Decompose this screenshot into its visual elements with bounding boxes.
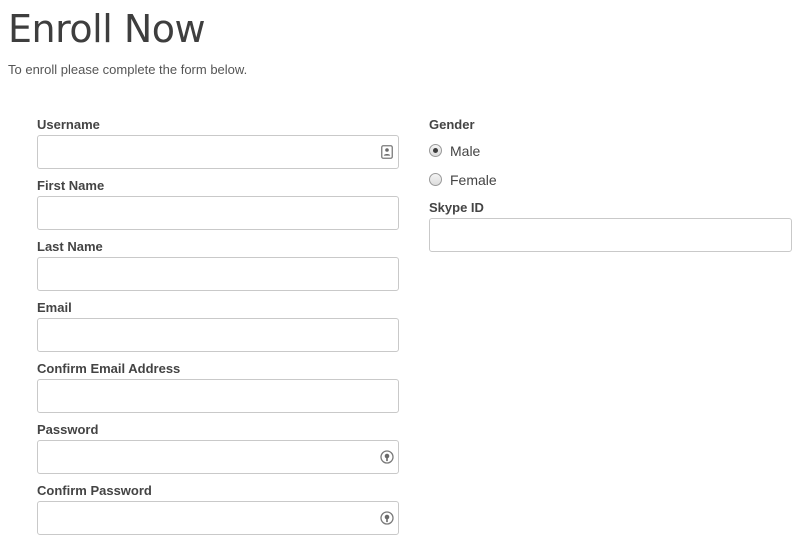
female-radio[interactable] (429, 173, 442, 186)
first-name-label: First Name (37, 178, 105, 193)
confirm-email-label: Confirm Email Address (37, 361, 181, 376)
male-radio[interactable] (429, 144, 442, 157)
enroll-page: Enroll Now To enroll please complete the… (0, 0, 805, 542)
last-name-field: Last Name (37, 238, 399, 299)
skype-id-input[interactable] (429, 218, 792, 252)
skype-id-label: Skype ID (429, 200, 484, 215)
right-form-column: Gender Male Female Skype ID (429, 116, 792, 260)
skype-id-field: Skype ID (429, 199, 792, 260)
email-label: Email (37, 300, 72, 315)
gender-option-male[interactable]: Male (429, 136, 792, 165)
password-input[interactable] (37, 440, 399, 474)
email-input[interactable] (37, 318, 399, 352)
password-key-icon[interactable] (378, 448, 396, 466)
first-name-field: First Name (37, 177, 399, 238)
last-name-label: Last Name (37, 239, 103, 254)
confirm-email-field: Confirm Email Address (37, 360, 399, 421)
gender-label: Gender (429, 117, 475, 132)
confirm-password-input[interactable] (37, 501, 399, 535)
page-title: Enroll Now (8, 7, 206, 51)
password-field: Password (37, 421, 399, 482)
password-key-icon[interactable] (378, 509, 396, 527)
contact-card-icon[interactable] (378, 143, 396, 161)
first-name-input[interactable] (37, 196, 399, 230)
gender-option-female[interactable]: Female (429, 165, 792, 194)
email-field: Email (37, 299, 399, 360)
gender-radio-group: Male Female (429, 136, 792, 194)
confirm-password-field: Confirm Password (37, 482, 399, 543)
username-field: Username (37, 116, 399, 177)
password-label: Password (37, 422, 99, 437)
page-subtitle: To enroll please complete the form below… (8, 62, 248, 77)
male-radio-label: Male (450, 142, 481, 159)
left-form-column: Username First Name Last Name Email Conf… (37, 116, 399, 543)
female-radio-label: Female (450, 171, 497, 188)
radio-selected-dot (433, 148, 438, 153)
username-label: Username (37, 117, 100, 132)
last-name-input[interactable] (37, 257, 399, 291)
confirm-email-input[interactable] (37, 379, 399, 413)
confirm-password-label: Confirm Password (37, 483, 152, 498)
username-input[interactable] (37, 135, 399, 169)
